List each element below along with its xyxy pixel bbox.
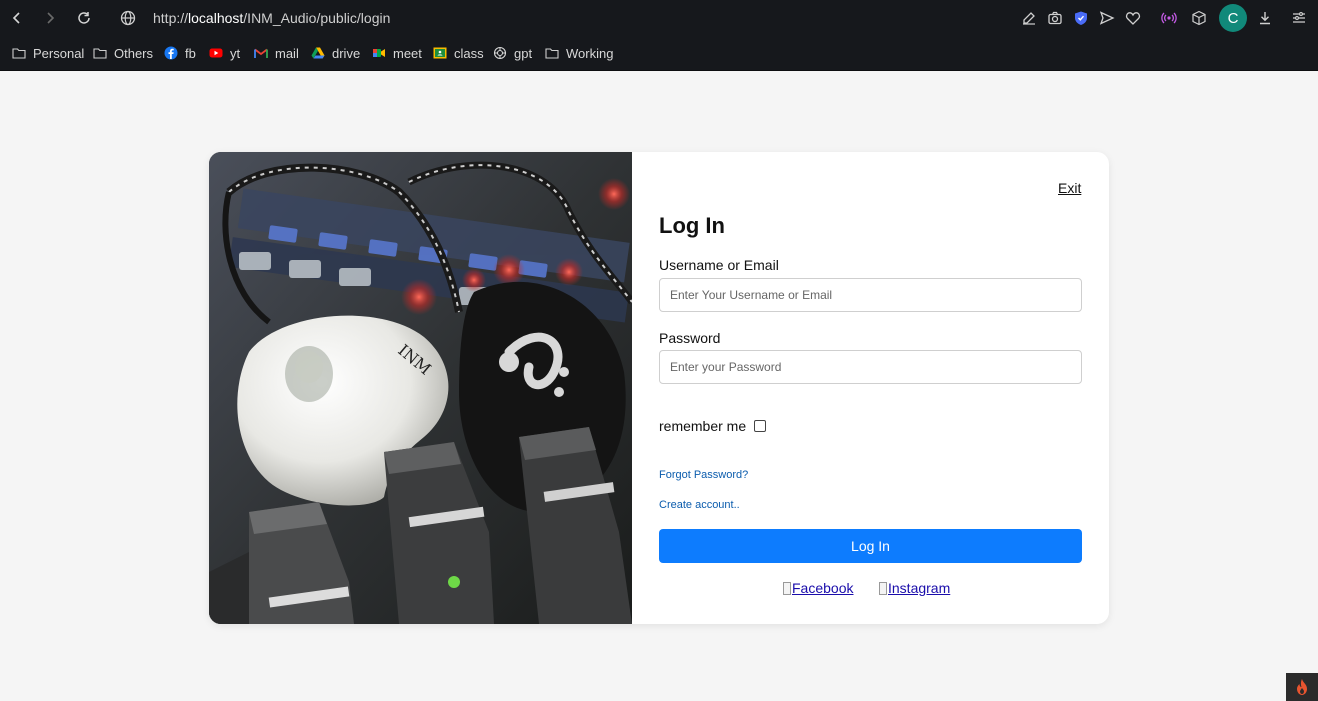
bookmark-label: drive <box>332 45 361 61</box>
bookmark-mail[interactable]: mail <box>253 43 299 63</box>
facebook-label: Facebook <box>792 580 854 596</box>
exit-link[interactable]: Exit <box>1058 180 1081 196</box>
login-button[interactable]: Log In <box>659 529 1082 563</box>
bookmark-label: class <box>454 45 484 61</box>
bookmark-fb[interactable]: fb <box>163 43 196 63</box>
url-host: localhost <box>188 10 244 26</box>
bookmark-personal[interactable]: Personal <box>11 43 84 63</box>
bookmark-class[interactable]: class <box>432 43 484 63</box>
username-label: Username or Email <box>659 257 779 273</box>
chevron-left-icon <box>12 12 20 24</box>
folder-icon <box>11 45 27 61</box>
forgot-password-link[interactable]: Forgot Password? <box>659 469 748 481</box>
facebook-link[interactable]: Facebook <box>783 580 853 596</box>
youtube-icon <box>208 45 224 61</box>
login-card: INM Exit Log In Username or Email Passwo… <box>209 152 1109 624</box>
chevron-right-icon <box>47 12 55 24</box>
remember-label: remember me <box>659 418 747 434</box>
heart-icon[interactable] <box>1124 9 1142 27</box>
broken-image-icon <box>879 581 887 595</box>
bookmarks-bar: Personal Others fb yt mail drive meet cl… <box>0 36 1318 71</box>
bookmark-label: mail <box>275 45 299 61</box>
address-bar[interactable]: http://localhost/INM_Audio/public/login <box>153 10 390 26</box>
chatgpt-icon <box>492 45 508 61</box>
bookmark-gpt[interactable]: gpt <box>492 43 532 63</box>
bookmark-label: gpt <box>514 45 533 61</box>
broadcast-icon[interactable] <box>1160 9 1178 27</box>
folder-icon <box>544 45 560 61</box>
url-prefix: http:// <box>153 10 189 26</box>
bookmark-label: Working <box>566 45 614 61</box>
bookmark-yt[interactable]: yt <box>208 43 240 63</box>
bookmark-label: Others <box>114 45 154 61</box>
classroom-icon <box>432 45 448 61</box>
gmail-icon <box>253 45 269 61</box>
facebook-icon <box>163 45 179 61</box>
bookmark-label: fb <box>185 45 196 61</box>
reload-button[interactable] <box>73 7 95 29</box>
drive-icon <box>310 45 326 61</box>
shield-icon[interactable] <box>1072 9 1090 27</box>
debug-toolbar-badge[interactable] <box>1286 673 1318 701</box>
forward-button[interactable] <box>39 7 61 29</box>
bookmark-label: meet <box>393 45 422 61</box>
bookmark-drive[interactable]: drive <box>310 43 360 63</box>
bookmark-label: Personal <box>33 45 85 61</box>
reload-icon <box>78 12 90 24</box>
username-input[interactable] <box>659 278 1082 312</box>
iem-mixer-photo: INM <box>209 152 632 624</box>
browser-toolbar: http://localhost/INM_Audio/public/login … <box>0 0 1318 36</box>
bookmark-working[interactable]: Working <box>544 43 613 63</box>
remember-row: remember me <box>659 418 767 434</box>
bookmark-label: yt <box>230 45 241 61</box>
instagram-link[interactable]: Instagram <box>879 580 950 596</box>
password-input[interactable] <box>659 350 1082 384</box>
menu-icon[interactable] <box>1290 9 1308 27</box>
globe-icon <box>120 10 136 26</box>
cube-icon[interactable] <box>1190 9 1208 27</box>
instagram-label: Instagram <box>888 580 951 596</box>
broken-image-icon <box>783 581 791 595</box>
folder-icon <box>92 45 108 61</box>
password-label: Password <box>659 330 721 346</box>
send-icon[interactable] <box>1098 9 1116 27</box>
edit-icon[interactable] <box>1020 9 1038 27</box>
hero-image: INM <box>209 152 632 624</box>
bookmark-others[interactable]: Others <box>92 43 153 63</box>
download-icon[interactable] <box>1256 9 1274 27</box>
flame-icon <box>1297 679 1307 695</box>
create-account-link[interactable]: Create account.. <box>659 499 740 511</box>
profile-avatar[interactable]: C <box>1219 4 1247 32</box>
meet-icon <box>371 45 387 61</box>
login-title: Log In <box>659 213 725 238</box>
camera-icon[interactable] <box>1046 9 1064 27</box>
bookmark-meet[interactable]: meet <box>371 43 422 63</box>
remember-checkbox[interactable] <box>754 420 767 432</box>
back-button[interactable] <box>6 7 28 29</box>
url-path: /INM_Audio/public/login <box>243 10 391 26</box>
